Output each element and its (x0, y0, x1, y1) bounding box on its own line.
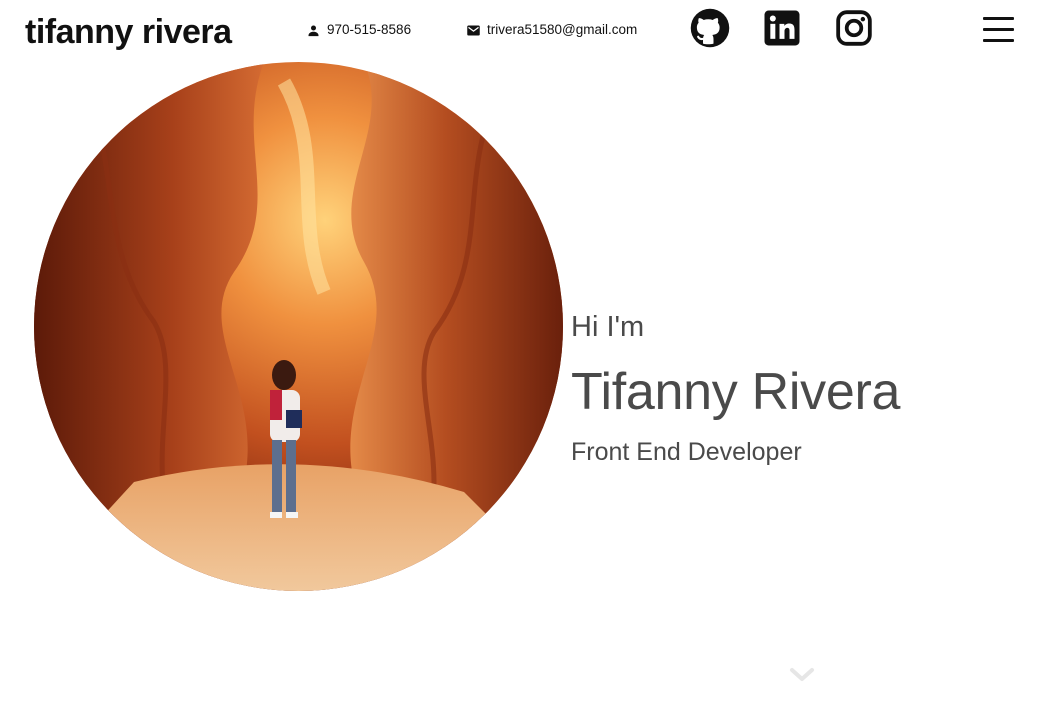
mail-icon (467, 25, 480, 35)
menu-bar (983, 28, 1014, 31)
canyon-portrait-image (34, 62, 563, 591)
linkedin-icon (764, 10, 800, 46)
site-brand[interactable]: tifanny rivera (25, 10, 232, 54)
profile-photo (34, 62, 563, 591)
phone-link[interactable]: 970-515-8586 (306, 21, 411, 39)
instagram-icon (836, 10, 872, 46)
email-address: trivera51580@gmail.com (487, 22, 638, 37)
menu-bar (983, 39, 1014, 42)
github-icon (690, 8, 730, 48)
instagram-link[interactable] (835, 9, 873, 47)
hero-greeting: Hi I'm (571, 311, 645, 343)
menu-bar (983, 17, 1014, 20)
email-link[interactable]: trivera51580@gmail.com (466, 21, 637, 39)
person-icon (308, 25, 319, 36)
hamburger-menu-icon[interactable] (983, 17, 1014, 43)
phone-number: 970-515-8586 (327, 22, 412, 37)
hero-name: Tifanny Rivera (571, 363, 901, 421)
page: tifanny rivera 970-515-8586 trivera51580… (0, 0, 1038, 703)
hero-role: Front End Developer (571, 438, 802, 466)
chevron-down-icon[interactable] (789, 666, 815, 684)
linkedin-link[interactable] (762, 8, 802, 48)
github-link[interactable] (689, 7, 731, 49)
